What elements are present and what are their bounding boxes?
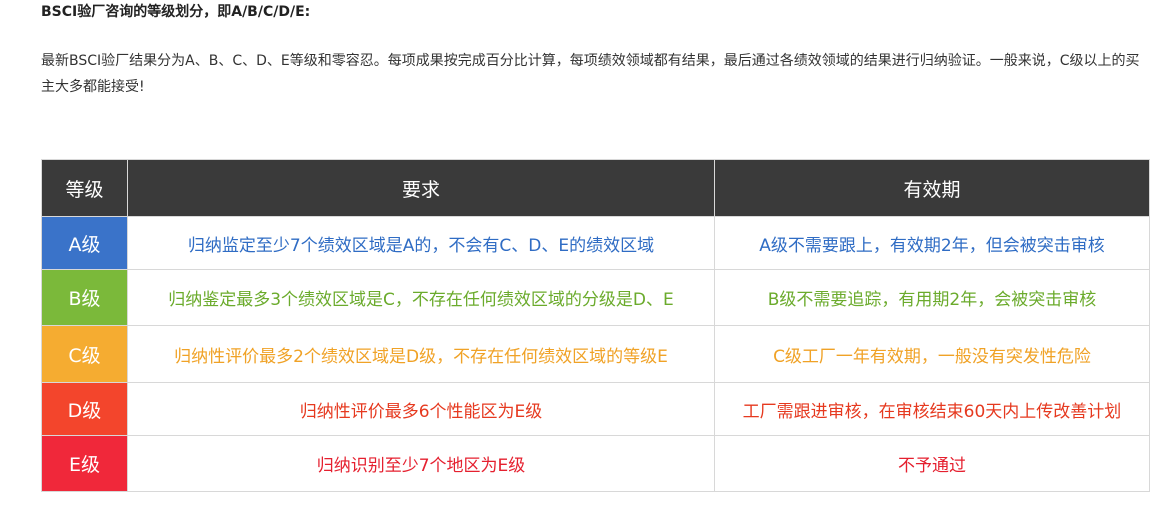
table-row: A级 归纳监定至少7个绩效区域是A的，不会有C、D、E的绩效区域 A级不需要跟上… [41, 216, 1150, 270]
page-heading: BSCI验厂咨询的等级划分，即A/B/C/D/E: [41, 4, 311, 20]
requirement-cell: 归纳识别至少7个地区为E级 [127, 435, 715, 492]
grade-cell: E级 [41, 435, 128, 492]
validity-cell: 工厂需跟进审核，在审核结束60天内上传改善计划 [714, 382, 1150, 436]
grade-cell: A级 [41, 216, 128, 270]
grade-table: 等级 要求 有效期 A级 归纳监定至少7个绩效区域是A的，不会有C、D、E的绩效… [41, 159, 1150, 492]
table-row: E级 归纳识别至少7个地区为E级 不予通过 [41, 435, 1150, 492]
grade-cell: B级 [41, 269, 128, 326]
validity-cell: C级工厂一年有效期，一般没有突发性危险 [714, 325, 1150, 383]
validity-cell: A级不需要跟上，有效期2年，但会被突击审核 [714, 216, 1150, 270]
grade-cell: D级 [41, 382, 128, 436]
grade-cell: C级 [41, 325, 128, 383]
header-requirement: 要求 [127, 159, 715, 217]
validity-cell: 不予通过 [714, 435, 1150, 492]
validity-cell: B级不需要追踪，有用期2年，会被突击审核 [714, 269, 1150, 326]
intro-paragraph: 最新BSCI验厂结果分为A、B、C、D、E等级和零容忍。每项成果按完成百分比计算… [41, 53, 1140, 95]
table-row: B级 归纳鉴定最多3个绩效区域是C，不存在任何绩效区域的分级是D、E B级不需要… [41, 269, 1150, 326]
header-validity: 有效期 [714, 159, 1150, 217]
requirement-cell: 归纳鉴定最多3个绩效区域是C，不存在任何绩效区域的分级是D、E [127, 269, 715, 326]
requirement-cell: 归纳监定至少7个绩效区域是A的，不会有C、D、E的绩效区域 [127, 216, 715, 270]
table-header-row: 等级 要求 有效期 [41, 159, 1150, 217]
header-grade: 等级 [41, 159, 128, 217]
requirement-cell: 归纳性评价最多2个绩效区域是D级，不存在任何绩效区域的等级E [127, 325, 715, 383]
requirement-cell: 归纳性评价最多6个性能区为E级 [127, 382, 715, 436]
table-row: C级 归纳性评价最多2个绩效区域是D级，不存在任何绩效区域的等级E C级工厂一年… [41, 325, 1150, 383]
table-row: D级 归纳性评价最多6个性能区为E级 工厂需跟进审核，在审核结束60天内上传改善… [41, 382, 1150, 436]
